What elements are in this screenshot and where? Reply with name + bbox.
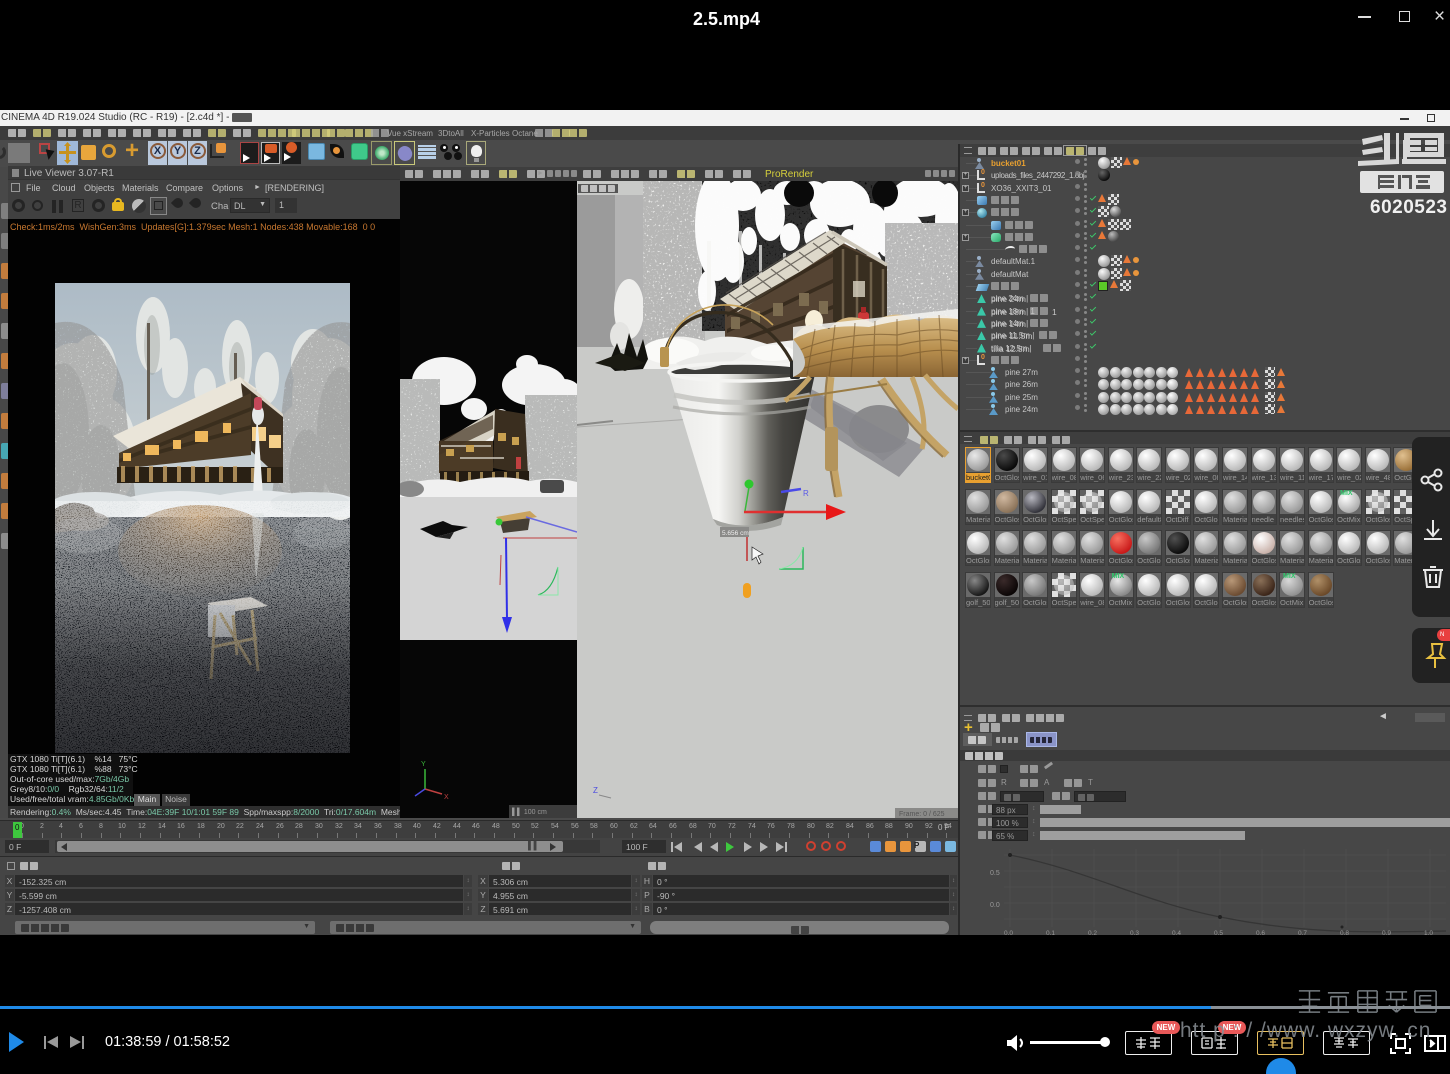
svg-text:0.9: 0.9 xyxy=(1382,930,1391,935)
svg-text:6020523: 6020523 xyxy=(1370,197,1447,217)
svg-text:0.8: 0.8 xyxy=(1340,930,1349,935)
svg-text:0.0: 0.0 xyxy=(990,902,1000,909)
svg-text:Z: Z xyxy=(593,786,598,795)
svg-text:0.0: 0.0 xyxy=(1004,930,1013,935)
svg-text:Y: Y xyxy=(421,761,426,768)
svg-text:X: X xyxy=(444,794,449,801)
svg-text:0.5: 0.5 xyxy=(990,870,1000,877)
svg-text:0.3: 0.3 xyxy=(1130,930,1139,935)
svg-text:0.1: 0.1 xyxy=(1046,930,1055,935)
svg-text:0.4: 0.4 xyxy=(1172,930,1181,935)
svg-text:5.656 cm: 5.656 cm xyxy=(722,530,749,537)
svg-text:0.6: 0.6 xyxy=(1256,930,1265,935)
svg-text:0.2: 0.2 xyxy=(1088,930,1097,935)
svg-text:1.0: 1.0 xyxy=(1424,930,1433,935)
svg-text:0.7: 0.7 xyxy=(1298,930,1307,935)
svg-text:Frame: 0 / 625: Frame: 0 / 625 xyxy=(899,811,945,818)
svg-text:▌▌ 100 cm: ▌▌ 100 cm xyxy=(512,807,547,817)
svg-text:0.5: 0.5 xyxy=(1214,930,1223,935)
svg-text:R: R xyxy=(803,489,809,498)
